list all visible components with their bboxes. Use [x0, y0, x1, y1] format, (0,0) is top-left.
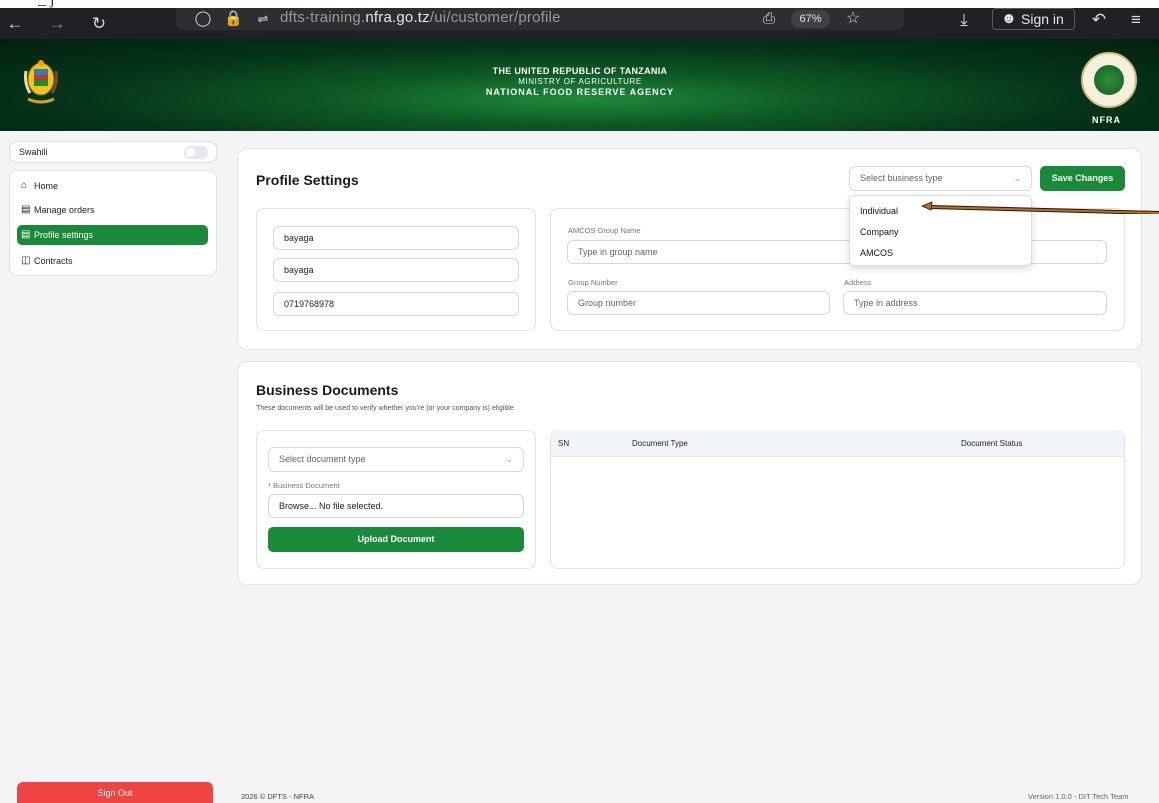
contracts-icon: ◫: [21, 255, 31, 266]
sidebar-item-manage-orders[interactable]: ▤ Manage orders: [17, 200, 208, 220]
sign-in-button[interactable]: ☻ Sign in: [992, 8, 1075, 30]
reload-icon[interactable]: ↻: [90, 8, 108, 39]
phone-field[interactable]: 0719768978: [273, 292, 519, 316]
sidebar-item-label: Manage orders: [34, 205, 95, 215]
sidebar-item-home[interactable]: ⌂ Home: [17, 176, 208, 196]
footer-version: Version 1.0.0 - DIT Tech Team: [1028, 792, 1129, 801]
orders-icon: ▤: [21, 204, 31, 215]
url-prefix: dfts-training.: [280, 9, 366, 26]
nfra-logo-text: NFRA: [1092, 115, 1121, 125]
shield-icon[interactable]: ◯: [194, 3, 212, 34]
header-banner: THE UNITED REPUBLIC OF TANZANIA MINISTRY…: [0, 39, 1159, 131]
option-amcos[interactable]: AMCOS: [860, 248, 893, 258]
amcos-group-name-label: AMCOS Group Name: [568, 226, 641, 235]
language-switch[interactable]: Swahili: [9, 141, 217, 163]
ministry-title: MINISTRY OF AGRICULTURE: [518, 77, 642, 86]
menu-icon[interactable]: ≡: [1127, 4, 1145, 35]
business-type-placeholder: Select business type: [860, 173, 943, 183]
lock-icon[interactable]: 🔒: [224, 3, 243, 34]
group-number-label: Group Number: [568, 278, 618, 287]
profile-icon: ▤: [21, 229, 31, 240]
address-label: Address: [844, 278, 872, 287]
republic-title: THE UNITED REPUBLIC OF TANZANIA: [492, 66, 668, 76]
document-type-placeholder: Select document type: [279, 454, 366, 464]
back-icon[interactable]: ←: [6, 8, 24, 39]
language-toggle[interactable]: [184, 146, 208, 159]
download-page-icon[interactable]: ⎙: [760, 3, 778, 34]
caption-strip: *** _ j: [0, 0, 1159, 8]
save-changes-button[interactable]: Save Changes: [1040, 166, 1125, 191]
extensions-icon[interactable]: ↶: [1090, 4, 1108, 35]
home-icon: ⌂: [21, 180, 28, 191]
business-documents-title: Business Documents: [256, 382, 399, 398]
sidebar-item-profile-settings[interactable]: ▤ Profile settings: [17, 225, 208, 245]
url-text[interactable]: dfts-training.nfra.go.tz/ui/customer/pro…: [280, 8, 561, 30]
nfra-logo-icon: [1081, 52, 1137, 108]
sign-out-button[interactable]: Sign Out: [17, 782, 213, 803]
business-type-select[interactable]: Select business type ⌄: [849, 166, 1032, 191]
downloads-icon[interactable]: ⤓: [955, 4, 973, 35]
business-document-label: * Business Document: [268, 481, 340, 490]
bookmark-star-icon[interactable]: ☆: [844, 3, 862, 34]
forward-icon[interactable]: →: [48, 8, 66, 39]
footer-copyright: 2026 © DFTS - NFRA: [241, 792, 315, 801]
documents-table-header: SN Document Type Document Status: [551, 430, 1124, 457]
profile-settings-title: Profile Settings: [256, 172, 359, 188]
first-name-field[interactable]: bayaga: [273, 226, 519, 250]
sidebar-item-label: Profile settings: [34, 230, 94, 240]
chevron-down-icon: ⌄: [1013, 173, 1021, 183]
column-document-type: Document Type: [632, 439, 688, 448]
banner-titles: THE UNITED REPUBLIC OF TANZANIA MINISTRY…: [380, 66, 780, 98]
column-sn: SN: [558, 439, 570, 448]
agency-title: NATIONAL FOOD RESERVE AGENCY: [485, 87, 675, 97]
caption-text: *** _ j: [10, 0, 54, 8]
last-name-field[interactable]: bayaga: [273, 258, 519, 282]
sign-in-label: Sign in: [1021, 11, 1064, 27]
option-company[interactable]: Company: [860, 227, 899, 237]
sidebar-item-label: Contracts: [34, 256, 73, 266]
browser-toolbar: ← → ↻ ◯ 🔒 ⇌ dfts-training.nfra.go.tz/ui/…: [0, 8, 1159, 39]
language-label: Swahili: [19, 147, 48, 157]
column-document-status: Document Status: [961, 439, 1023, 448]
business-documents-subtitle: These documents will be used to verify w…: [256, 405, 514, 412]
address-field[interactable]: Type in address: [843, 291, 1107, 315]
url-domain: nfra.go.tz: [365, 9, 430, 26]
permissions-icon[interactable]: ⇌: [254, 3, 272, 34]
tanzania-emblem-icon: [24, 60, 58, 104]
annotation-arrow-icon: [920, 201, 1159, 214]
upload-document-button[interactable]: Upload Document: [268, 527, 524, 552]
option-individual[interactable]: Individual: [860, 206, 898, 216]
zoom-level[interactable]: 67%: [791, 10, 830, 28]
address-bar[interactable]: ◯ 🔒 ⇌ dfts-training.nfra.go.tz/ui/custom…: [176, 8, 904, 30]
file-input[interactable]: Browse... No file selected.: [268, 494, 524, 518]
sidebar-item-label: Home: [34, 181, 59, 191]
group-number-field[interactable]: Group number: [567, 291, 830, 315]
sidebar-item-contracts[interactable]: ◫ Contracts: [17, 251, 208, 271]
url-path: /ui/customer/profile: [429, 9, 561, 26]
document-type-select[interactable]: Select document type ⌄: [268, 447, 524, 472]
account-icon: ☻: [1001, 10, 1017, 27]
chevron-down-icon: ⌄: [505, 454, 513, 464]
